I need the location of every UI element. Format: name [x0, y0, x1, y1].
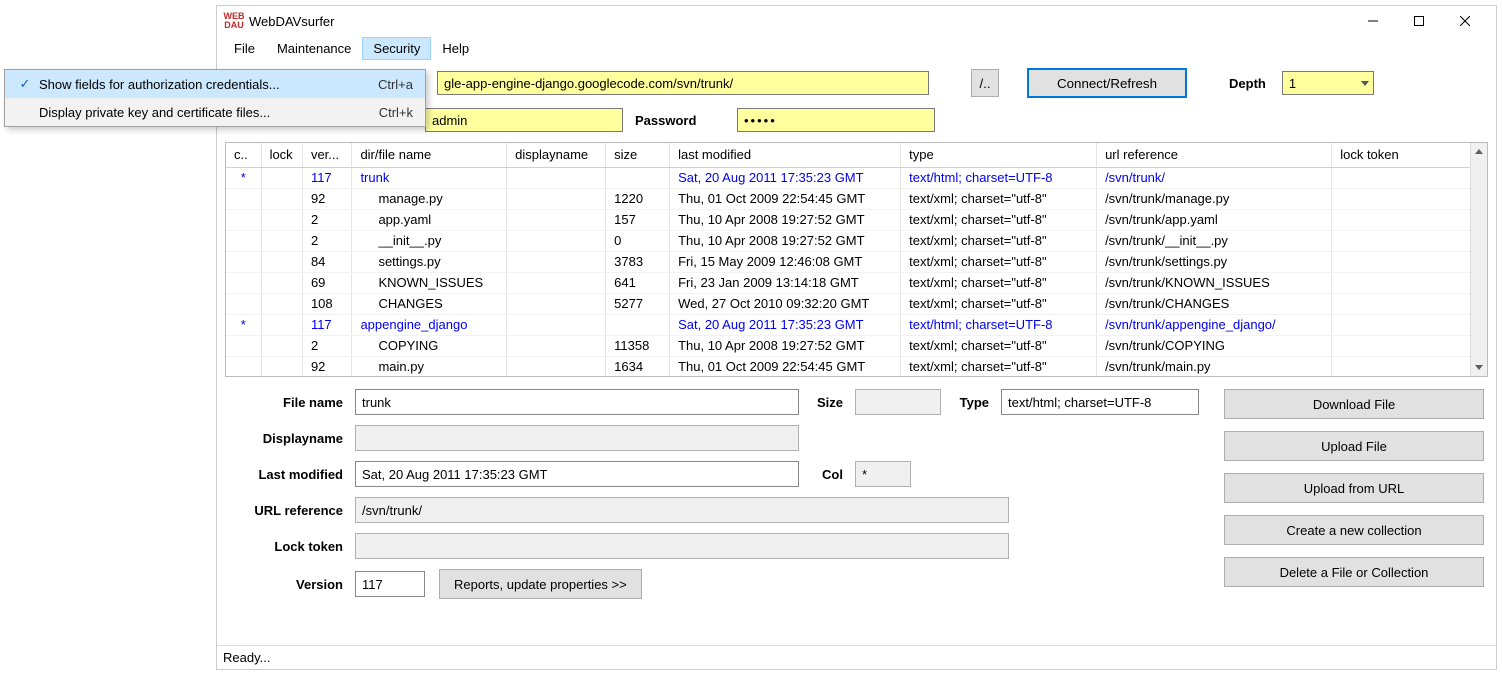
last-modified-label: Last modified	[229, 467, 347, 482]
password-label: Password	[635, 113, 731, 128]
col-label: Col	[807, 467, 847, 482]
col-lt[interactable]: lock token	[1332, 143, 1487, 167]
maximize-icon	[1414, 16, 1424, 26]
chevron-up-icon	[1475, 149, 1483, 154]
scroll-up-button[interactable]	[1471, 143, 1487, 160]
table-row[interactable]: 2__init__.py0Thu, 10 Apr 2008 19:27:52 G…	[226, 230, 1487, 251]
app-icon: WEBDAU	[225, 12, 243, 30]
chevron-down-icon	[1361, 81, 1369, 86]
minimize-button[interactable]	[1350, 6, 1396, 36]
lock-token-field	[355, 533, 1009, 559]
maximize-button[interactable]	[1396, 6, 1442, 36]
lock-token-label: Lock token	[229, 539, 347, 554]
table-row[interactable]: 2app.yaml157Thu, 10 Apr 2008 19:27:52 GM…	[226, 209, 1487, 230]
table-row[interactable]: *117appengine_djangoSat, 20 Aug 2011 17:…	[226, 314, 1487, 335]
col-size[interactable]: size	[606, 143, 670, 167]
create-collection-button[interactable]: Create a new collection	[1224, 515, 1484, 545]
url-input[interactable]	[437, 71, 929, 95]
userid-input[interactable]	[425, 108, 623, 132]
table-header-row: c.. lock ver... dir/file name displaynam…	[226, 143, 1487, 167]
detail-area: File name Size Type Displayname Last mod…	[221, 377, 1492, 603]
table-row[interactable]: 92main.py1634Thu, 01 Oct 2009 22:54:45 G…	[226, 356, 1487, 377]
table-row[interactable]: 69KNOWN_ISSUES641Fri, 23 Jan 2009 13:14:…	[226, 272, 1487, 293]
upload-file-button[interactable]: Upload File	[1224, 431, 1484, 461]
depth-label: Depth	[1229, 76, 1266, 91]
menu-show-auth-fields[interactable]: ✓ Show fields for authorization credenti…	[5, 70, 425, 98]
reports-button[interactable]: Reports, update properties >>	[439, 569, 642, 599]
menu-security[interactable]: Security	[362, 37, 431, 60]
chevron-down-icon	[1475, 365, 1483, 370]
app-title: WebDAVsurfer	[249, 14, 1350, 29]
download-file-button[interactable]: Download File	[1224, 389, 1484, 419]
scroll-down-button[interactable]	[1471, 359, 1487, 376]
file-name-field[interactable]	[355, 389, 799, 415]
menu-help[interactable]: Help	[431, 37, 480, 60]
menu-item-label: Display private key and certificate file…	[39, 105, 359, 120]
file-table[interactable]: c.. lock ver... dir/file name displaynam…	[225, 142, 1488, 377]
type-label: Type	[949, 395, 993, 410]
version-field[interactable]	[355, 571, 425, 597]
depth-value: 1	[1289, 76, 1296, 91]
col-url[interactable]: url reference	[1097, 143, 1332, 167]
titlebar: WEBDAU WebDAVsurfer	[217, 6, 1496, 36]
minimize-icon	[1368, 16, 1378, 26]
menu-maintenance[interactable]: Maintenance	[266, 37, 362, 60]
table-row[interactable]: *117trunkSat, 20 Aug 2011 17:35:23 GMTte…	[226, 167, 1487, 188]
status-text: Ready...	[223, 650, 270, 665]
col-name[interactable]: dir/file name	[352, 143, 507, 167]
connect-refresh-button[interactable]: Connect/Refresh	[1027, 68, 1187, 98]
url-ref-field	[355, 497, 1009, 523]
check-icon: ✓	[11, 76, 39, 92]
type-field[interactable]	[1001, 389, 1199, 415]
vertical-scrollbar[interactable]	[1470, 143, 1487, 376]
size-label: Size	[807, 395, 847, 410]
table-row[interactable]: 84settings.py3783Fri, 15 May 2009 12:46:…	[226, 251, 1487, 272]
menu-item-label: Show fields for authorization credential…	[39, 77, 358, 92]
table-row[interactable]: 2COPYING11358Thu, 10 Apr 2008 19:27:52 G…	[226, 335, 1487, 356]
menu-file[interactable]: File	[223, 37, 266, 60]
col-mod[interactable]: last modified	[670, 143, 901, 167]
col-field	[855, 461, 911, 487]
up-dir-button[interactable]: /..	[971, 69, 999, 97]
status-bar: Ready...	[217, 645, 1496, 669]
upload-from-url-button[interactable]: Upload from URL	[1224, 473, 1484, 503]
table-row[interactable]: 92manage.py1220Thu, 01 Oct 2009 22:54:45…	[226, 188, 1487, 209]
close-icon	[1460, 16, 1470, 26]
file-name-label: File name	[229, 395, 347, 410]
menubar: File Maintenance Security Help	[217, 36, 1496, 60]
last-modified-field[interactable]	[355, 461, 799, 487]
col-ver[interactable]: ver...	[302, 143, 352, 167]
close-button[interactable]	[1442, 6, 1488, 36]
content-area: /.. Connect/Refresh Depth 1 Authorizatio…	[217, 60, 1496, 645]
url-ref-label: URL reference	[229, 503, 347, 518]
col-disp[interactable]: displayname	[507, 143, 606, 167]
col-lock[interactable]: lock	[261, 143, 302, 167]
security-dropdown: ✓ Show fields for authorization credenti…	[4, 69, 426, 127]
displayname-label: Displayname	[229, 431, 347, 446]
displayname-field	[355, 425, 799, 451]
menu-shortcut: Ctrl+a	[358, 77, 413, 92]
version-label: Version	[229, 577, 347, 592]
delete-button[interactable]: Delete a File or Collection	[1224, 557, 1484, 587]
col-type[interactable]: type	[901, 143, 1097, 167]
size-field	[855, 389, 941, 415]
col-c[interactable]: c..	[226, 143, 261, 167]
menu-display-key-cert[interactable]: Display private key and certificate file…	[5, 98, 425, 126]
password-input[interactable]	[737, 108, 935, 132]
menu-shortcut: Ctrl+k	[359, 105, 413, 120]
depth-select[interactable]: 1	[1282, 71, 1374, 95]
table-row[interactable]: 108CHANGES5277Wed, 27 Oct 2010 09:32:20 …	[226, 293, 1487, 314]
